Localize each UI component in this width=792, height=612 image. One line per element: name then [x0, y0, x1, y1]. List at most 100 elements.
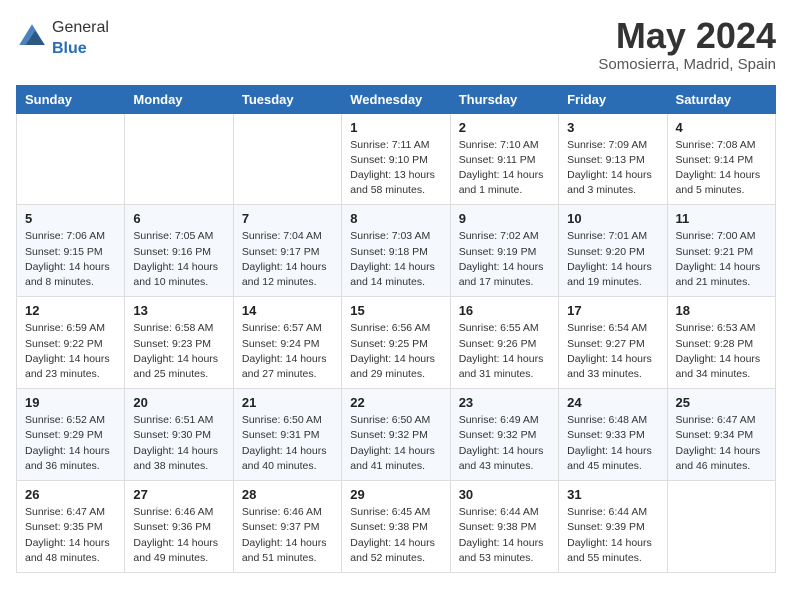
calendar-cell: 16 Sunrise: 6:55 AMSunset: 9:26 PMDayligh… [450, 297, 558, 389]
day-number: 28 [242, 487, 333, 502]
calendar-cell: 24Sunrise: 6:48 AMSunset: 9:33 PMDayligh… [559, 389, 667, 481]
weekday-header-saturday: Saturday [667, 85, 775, 113]
logo: General Blue [16, 16, 109, 58]
calendar-cell [233, 113, 341, 205]
calendar-cell: 6Sunrise: 7:05 AMSunset: 9:16 PMDaylight… [125, 205, 233, 297]
day-number: 31 [567, 487, 658, 502]
cell-info: Sunrise: 6:44 AMSunset: 9:38 PMDaylight:… [459, 505, 550, 566]
cell-info: Sunrise: 6:56 AMSunset: 9:25 PMDaylight:… [350, 321, 441, 382]
calendar-cell: 9 Sunrise: 7:02 AMSunset: 9:19 PMDaylight… [450, 205, 558, 297]
calendar-cell [17, 113, 125, 205]
calendar-week-row: 19 Sunrise: 6:52 AMSunset: 9:29 PMDayligh… [17, 389, 776, 481]
day-number: 29 [350, 487, 441, 502]
calendar-cell: 21 Sunrise: 6:50 AMSunset: 9:31 PMDayligh… [233, 389, 341, 481]
cell-info: Sunrise: 6:47 AMSunset: 9:34 PMDaylight:… [676, 413, 767, 474]
cell-info: Sunrise: 6:55 AMSunset: 9:26 PMDaylight:… [459, 321, 550, 382]
cell-info: Sunrise: 7:02 AMSunset: 9:19 PMDaylight:… [459, 229, 550, 290]
logo-general-text: General [52, 19, 109, 36]
cell-info: Sunrise: 6:58 AMSunset: 9:23 PMDaylight:… [133, 321, 224, 382]
cell-info: Sunrise: 6:51 AMSunset: 9:30 PMDaylight:… [133, 413, 224, 474]
cell-info: Sunrise: 6:48 AMSunset: 9:33 PMDaylight:… [567, 413, 658, 474]
day-number: 16 [459, 303, 550, 318]
cell-info: Sunrise: 6:45 AMSunset: 9:38 PMDaylight:… [350, 505, 441, 566]
day-number: 26 [25, 487, 116, 502]
day-number: 4 [676, 120, 767, 135]
cell-info: Sunrise: 7:03 AMSunset: 9:18 PMDaylight:… [350, 229, 441, 290]
calendar-cell: 4 Sunrise: 7:08 AMSunset: 9:14 PMDaylight… [667, 113, 775, 205]
weekday-header-thursday: Thursday [450, 85, 558, 113]
page-header: General Blue May 2024 Somosierra, Madrid… [16, 16, 776, 73]
day-number: 20 [133, 395, 224, 410]
day-number: 15 [350, 303, 441, 318]
calendar-week-row: 26 Sunrise: 6:47 AMSunset: 9:35 PMDayligh… [17, 481, 776, 573]
cell-info: Sunrise: 7:11 AMSunset: 9:10 PMDaylight:… [350, 138, 441, 199]
calendar-week-row: 5Sunrise: 7:06 AMSunset: 9:15 PMDaylight… [17, 205, 776, 297]
cell-info: Sunrise: 6:52 AMSunset: 9:29 PMDaylight:… [25, 413, 116, 474]
calendar-cell: 11 Sunrise: 7:00 AMSunset: 9:21 PMDayligh… [667, 205, 775, 297]
cell-info: Sunrise: 6:50 AMSunset: 9:32 PMDaylight:… [350, 413, 441, 474]
cell-info: Sunrise: 6:46 AMSunset: 9:36 PMDaylight:… [133, 505, 224, 566]
day-number: 2 [459, 120, 550, 135]
calendar-cell: 27 Sunrise: 6:46 AMSunset: 9:36 PMDayligh… [125, 481, 233, 573]
cell-info: Sunrise: 6:47 AMSunset: 9:35 PMDaylight:… [25, 505, 116, 566]
calendar-cell: 17 Sunrise: 6:54 AMSunset: 9:27 PMDayligh… [559, 297, 667, 389]
weekday-header-wednesday: Wednesday [342, 85, 450, 113]
day-number: 14 [242, 303, 333, 318]
cell-info: Sunrise: 7:09 AMSunset: 9:13 PMDaylight:… [567, 138, 658, 199]
calendar-cell [125, 113, 233, 205]
cell-info: Sunrise: 7:04 AMSunset: 9:17 PMDaylight:… [242, 229, 333, 290]
day-number: 11 [676, 211, 767, 226]
calendar-cell: 14Sunrise: 6:57 AMSunset: 9:24 PMDayligh… [233, 297, 341, 389]
day-number: 27 [133, 487, 224, 502]
day-number: 3 [567, 120, 658, 135]
calendar-cell: 31 Sunrise: 6:44 AMSunset: 9:39 PMDayligh… [559, 481, 667, 573]
calendar-table: SundayMondayTuesdayWednesdayThursdayFrid… [16, 85, 776, 573]
calendar-cell: 5Sunrise: 7:06 AMSunset: 9:15 PMDaylight… [17, 205, 125, 297]
day-number: 21 [242, 395, 333, 410]
calendar-cell: 7 Sunrise: 7:04 AMSunset: 9:17 PMDaylight… [233, 205, 341, 297]
day-number: 25 [676, 395, 767, 410]
cell-info: Sunrise: 6:54 AMSunset: 9:27 PMDaylight:… [567, 321, 658, 382]
calendar-cell: 8Sunrise: 7:03 AMSunset: 9:18 PMDaylight… [342, 205, 450, 297]
weekday-header-monday: Monday [125, 85, 233, 113]
day-number: 17 [567, 303, 658, 318]
month-title: May 2024 [598, 16, 776, 56]
weekday-header-friday: Friday [559, 85, 667, 113]
day-number: 22 [350, 395, 441, 410]
weekday-header-row: SundayMondayTuesdayWednesdayThursdayFrid… [17, 85, 776, 113]
calendar-cell: 10 Sunrise: 7:01 AMSunset: 9:20 PMDayligh… [559, 205, 667, 297]
day-number: 1 [350, 120, 441, 135]
calendar-cell: 1 Sunrise: 7:11 AMSunset: 9:10 PMDaylight… [342, 113, 450, 205]
calendar-cell: 12Sunrise: 6:59 AMSunset: 9:22 PMDayligh… [17, 297, 125, 389]
cell-info: Sunrise: 7:00 AMSunset: 9:21 PMDaylight:… [676, 229, 767, 290]
day-number: 9 [459, 211, 550, 226]
cell-info: Sunrise: 7:01 AMSunset: 9:20 PMDaylight:… [567, 229, 658, 290]
day-number: 10 [567, 211, 658, 226]
calendar-cell: 15 Sunrise: 6:56 AMSunset: 9:25 PMDayligh… [342, 297, 450, 389]
day-number: 30 [459, 487, 550, 502]
day-number: 12 [25, 303, 116, 318]
calendar-cell [667, 481, 775, 573]
location-title: Somosierra, Madrid, Spain [598, 56, 776, 73]
logo-icon [16, 21, 48, 53]
cell-info: Sunrise: 6:50 AMSunset: 9:31 PMDaylight:… [242, 413, 333, 474]
calendar-cell: 26 Sunrise: 6:47 AMSunset: 9:35 PMDayligh… [17, 481, 125, 573]
calendar-cell: 19 Sunrise: 6:52 AMSunset: 9:29 PMDayligh… [17, 389, 125, 481]
calendar-cell: 2Sunrise: 7:10 AMSunset: 9:11 PMDaylight… [450, 113, 558, 205]
weekday-header-tuesday: Tuesday [233, 85, 341, 113]
cell-info: Sunrise: 7:08 AMSunset: 9:14 PMDaylight:… [676, 138, 767, 199]
calendar-cell: 29 Sunrise: 6:45 AMSunset: 9:38 PMDayligh… [342, 481, 450, 573]
cell-info: Sunrise: 6:53 AMSunset: 9:28 PMDaylight:… [676, 321, 767, 382]
cell-info: Sunrise: 6:44 AMSunset: 9:39 PMDaylight:… [567, 505, 658, 566]
calendar-cell: 30 Sunrise: 6:44 AMSunset: 9:38 PMDayligh… [450, 481, 558, 573]
calendar-cell: 20 Sunrise: 6:51 AMSunset: 9:30 PMDayligh… [125, 389, 233, 481]
calendar-cell: 25 Sunrise: 6:47 AMSunset: 9:34 PMDayligh… [667, 389, 775, 481]
weekday-header-sunday: Sunday [17, 85, 125, 113]
cell-info: Sunrise: 6:49 AMSunset: 9:32 PMDaylight:… [459, 413, 550, 474]
day-number: 19 [25, 395, 116, 410]
calendar-week-row: 12Sunrise: 6:59 AMSunset: 9:22 PMDayligh… [17, 297, 776, 389]
calendar-cell: 13Sunrise: 6:58 AMSunset: 9:23 PMDayligh… [125, 297, 233, 389]
calendar-cell: 23Sunrise: 6:49 AMSunset: 9:32 PMDayligh… [450, 389, 558, 481]
day-number: 18 [676, 303, 767, 318]
day-number: 7 [242, 211, 333, 226]
